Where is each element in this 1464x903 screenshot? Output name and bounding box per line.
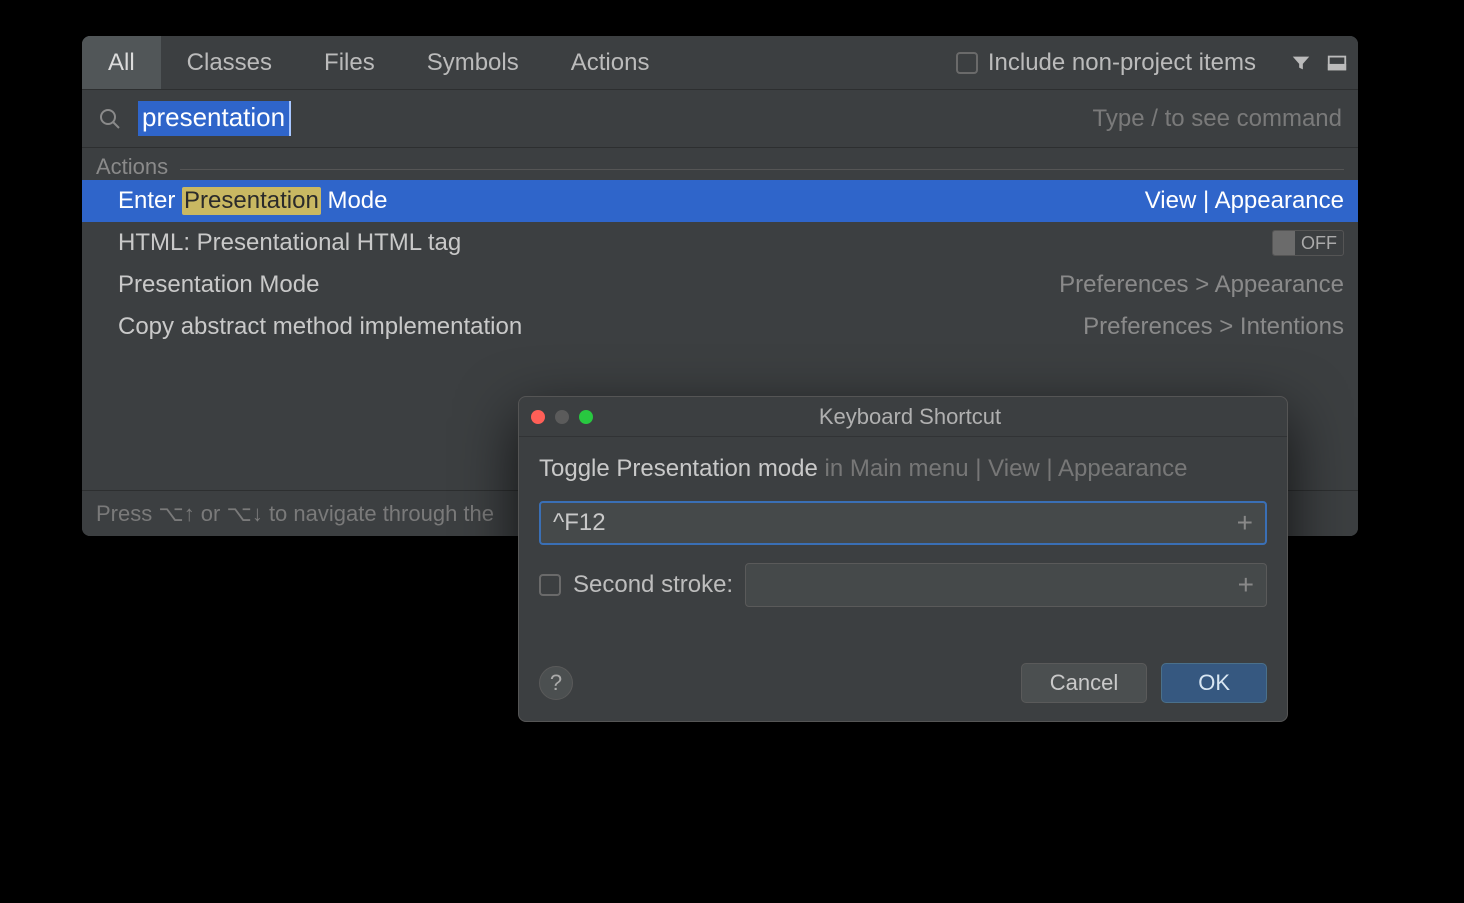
tab-all[interactable]: All <box>82 36 161 89</box>
result-location: Preferences > Intentions <box>1083 313 1344 341</box>
search-input[interactable]: presentation <box>138 101 291 136</box>
include-nonproject[interactable]: Include non-project items <box>956 49 1256 77</box>
shortcut-input[interactable]: ^F12 + <box>539 501 1267 545</box>
second-stroke-label: Second stroke: <box>573 571 733 599</box>
section-title: Actions <box>96 154 168 180</box>
tab-files[interactable]: Files <box>298 36 401 89</box>
result-text: Presentation Mode <box>118 271 319 299</box>
second-stroke-input[interactable]: + <box>745 563 1267 607</box>
tab-actions[interactable]: Actions <box>545 36 676 89</box>
result-row[interactable]: Copy abstract method implementation Pref… <box>82 306 1358 348</box>
result-row[interactable]: Enter Presentation Mode View | Appearanc… <box>82 180 1358 222</box>
shortcut-value: ^F12 <box>553 509 606 537</box>
search-icon <box>98 107 122 131</box>
result-text: HTML: Presentational HTML tag <box>118 229 461 257</box>
tab-symbols[interactable]: Symbols <box>401 36 545 89</box>
section-divider <box>180 169 1344 170</box>
include-checkbox[interactable] <box>956 52 978 74</box>
dialog-titlebar: Keyboard Shortcut <box>519 397 1287 437</box>
search-row: presentation Type / to see command <box>82 90 1358 148</box>
tabs-row: All Classes Files Symbols Actions Includ… <box>82 36 1358 90</box>
result-location: Preferences > Appearance <box>1059 271 1344 299</box>
cancel-button[interactable]: Cancel <box>1021 663 1147 703</box>
second-stroke-checkbox[interactable] <box>539 574 561 596</box>
include-label: Include non-project items <box>988 49 1256 77</box>
result-text: Mode <box>321 187 388 215</box>
open-in-tool-window-icon[interactable] <box>1326 52 1348 74</box>
close-icon[interactable] <box>531 410 545 424</box>
dialog-title: Keyboard Shortcut <box>545 404 1275 430</box>
result-row[interactable]: HTML: Presentational HTML tag OFF <box>82 222 1358 264</box>
ok-button[interactable]: OK <box>1161 663 1267 703</box>
add-shortcut-icon[interactable]: + <box>1237 507 1253 539</box>
help-button[interactable]: ? <box>539 666 573 700</box>
result-text: Copy abstract method implementation <box>118 313 522 341</box>
toggle-off[interactable]: OFF <box>1272 230 1344 256</box>
dialog-action-label: Toggle Presentation mode in Main menu | … <box>539 455 1267 483</box>
tab-classes[interactable]: Classes <box>161 36 298 89</box>
section-header-actions: Actions <box>82 148 1358 180</box>
result-toggle[interactable]: OFF <box>1272 230 1344 256</box>
result-location: View | Appearance <box>1145 187 1344 215</box>
add-shortcut-icon[interactable]: + <box>1238 569 1254 601</box>
filter-icon[interactable] <box>1290 52 1312 74</box>
result-highlight: Presentation <box>182 187 321 215</box>
result-text: Enter <box>118 187 182 215</box>
search-hint: Type / to see command <box>1093 105 1342 133</box>
keyboard-shortcut-dialog: Keyboard Shortcut Toggle Presentation mo… <box>518 396 1288 722</box>
result-row[interactable]: Presentation Mode Preferences > Appearan… <box>82 264 1358 306</box>
